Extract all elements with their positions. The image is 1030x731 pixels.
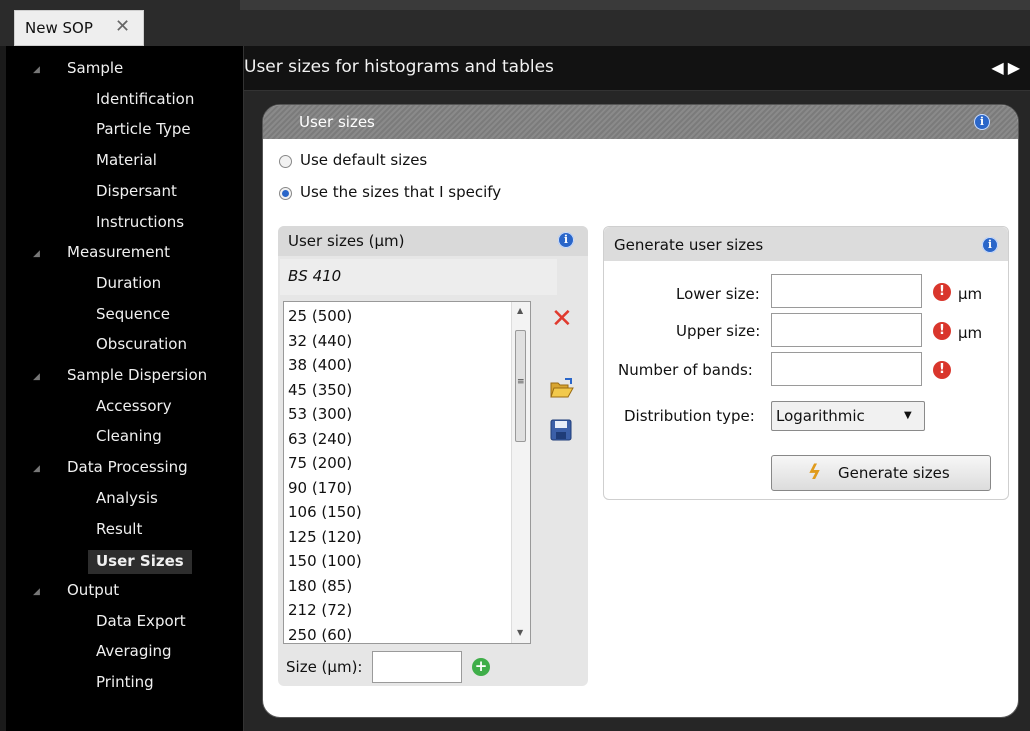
list-item[interactable]: 45 (350) — [288, 381, 352, 399]
nav-item-data-export[interactable]: Data Export — [96, 612, 186, 630]
radio-specify-sizes-label[interactable]: Use the sizes that I specify — [300, 183, 501, 201]
list-item[interactable]: 250 (60) — [288, 626, 352, 644]
distribution-type-value: Logarithmic — [776, 407, 865, 425]
nav-item-dispersant[interactable]: Dispersant — [96, 182, 177, 200]
list-item[interactable]: 150 (100) — [288, 552, 362, 570]
close-icon[interactable]: ✕ — [115, 16, 130, 37]
nav-item-material[interactable]: Material — [96, 151, 157, 169]
lower-size-label: Lower size: — [676, 285, 760, 303]
upper-size-unit: µm — [958, 324, 983, 342]
upper-size-label: Upper size: — [676, 322, 761, 340]
list-item[interactable]: 38 (400) — [288, 356, 352, 374]
list-item[interactable]: 106 (150) — [288, 503, 362, 521]
nav-item-duration[interactable]: Duration — [96, 274, 161, 292]
expand-arrow-icon[interactable]: ◢ — [33, 249, 40, 259]
lightning-icon: ϟ — [808, 460, 822, 484]
list-item[interactable]: 32 (440) — [288, 332, 352, 350]
warning-icon: ! — [933, 322, 951, 340]
navigation-tree: ◢ Sample Identification Particle Type Materi… — [6, 46, 244, 731]
nav-item-accessory[interactable]: Accessory — [96, 397, 172, 415]
expand-arrow-icon[interactable]: ◢ — [33, 587, 40, 597]
page-header: User sizes for histograms and tables ◀▶ — [244, 46, 1030, 91]
list-item[interactable]: 90 (170) — [288, 479, 352, 497]
radio-specify-sizes[interactable] — [279, 187, 292, 200]
warning-icon: ! — [933, 361, 951, 379]
expand-arrow-icon[interactable]: ◢ — [33, 65, 40, 75]
tab-label: New SOP — [25, 19, 93, 37]
card-title: User sizes — [299, 113, 375, 131]
list-item[interactable]: 212 (72) — [288, 601, 352, 619]
nav-item-instructions[interactable]: Instructions — [96, 213, 184, 231]
nav-group-sample[interactable]: Sample — [67, 59, 123, 77]
radio-default-sizes[interactable] — [279, 155, 292, 168]
previous-arrow-icon[interactable]: ◀ — [991, 58, 1007, 77]
list-item[interactable]: 125 (120) — [288, 528, 362, 546]
list-item[interactable]: 25 (500) — [288, 307, 352, 325]
lower-size-unit: µm — [958, 285, 983, 303]
upper-size-input[interactable] — [771, 313, 922, 347]
nav-item-user-sizes[interactable]: User Sizes — [88, 550, 192, 574]
save-icon[interactable] — [550, 419, 572, 441]
scroll-up-icon[interactable]: ▲ — [517, 306, 523, 315]
add-icon[interactable]: + — [472, 658, 490, 676]
next-arrow-icon[interactable]: ▶ — [1008, 58, 1024, 77]
list-item[interactable]: 63 (240) — [288, 430, 352, 448]
list-item[interactable]: 180 (85) — [288, 577, 352, 595]
nav-item-averaging[interactable]: Averaging — [96, 642, 172, 660]
nav-group-output[interactable]: Output — [67, 581, 119, 599]
lower-size-input[interactable] — [771, 274, 922, 308]
nav-group-measurement[interactable]: Measurement — [67, 243, 170, 261]
nav-item-printing[interactable]: Printing — [96, 673, 154, 691]
user-sizes-panel-header: User sizes (µm) i — [278, 226, 588, 256]
nav-arrows: ◀▶ — [991, 58, 1024, 77]
scroll-down-icon[interactable]: ▼ — [517, 628, 523, 637]
user-sizes-list[interactable]: ▲ ≡ ▼ 25 (500) 32 (440) 38 (400) 45 (350) 53… — [283, 301, 531, 644]
nav-item-obscuration[interactable]: Obscuration — [96, 335, 187, 353]
size-label: Size (µm): — [286, 658, 363, 676]
page-title: User sizes for histograms and tables — [244, 57, 554, 77]
distribution-type-label: Distribution type: — [624, 407, 755, 425]
radio-default-sizes-label[interactable]: Use default sizes — [300, 151, 427, 169]
nav-item-analysis[interactable]: Analysis — [96, 489, 158, 507]
info-icon[interactable]: i — [974, 114, 990, 130]
generate-panel-title: Generate user sizes — [614, 236, 764, 254]
list-item[interactable]: 53 (300) — [288, 405, 352, 423]
grip-icon: ≡ — [517, 377, 525, 387]
tab-strip: New SOP ✕ — [0, 0, 1030, 46]
size-input[interactable] — [372, 651, 462, 683]
warning-icon: ! — [933, 283, 951, 301]
info-icon[interactable]: i — [982, 237, 998, 253]
nav-item-cleaning[interactable]: Cleaning — [96, 427, 162, 445]
chevron-down-icon: ▼ — [904, 410, 912, 421]
open-folder-icon[interactable] — [550, 377, 574, 399]
nav-item-sequence[interactable]: Sequence — [96, 305, 170, 323]
expand-arrow-icon[interactable]: ◢ — [33, 372, 40, 382]
nav-item-particle-type[interactable]: Particle Type — [96, 120, 191, 138]
generate-sizes-button[interactable]: ϟ Generate sizes — [771, 455, 991, 491]
nav-group-sample-dispersion[interactable]: Sample Dispersion — [67, 366, 207, 384]
nav-item-identification[interactable]: Identification — [96, 90, 194, 108]
preset-name-box: BS 410 — [280, 259, 557, 295]
delete-icon[interactable]: ✕ — [551, 306, 573, 332]
generate-panel-header: Generate user sizes i — [604, 227, 1008, 261]
number-of-bands-input[interactable] — [771, 352, 922, 386]
info-icon[interactable]: i — [558, 232, 574, 248]
number-of-bands-label: Number of bands: — [618, 361, 753, 379]
scrollbar-thumb[interactable]: ≡ — [515, 330, 526, 442]
nav-item-result[interactable]: Result — [96, 520, 142, 538]
tab-new-sop[interactable]: New SOP ✕ — [14, 10, 144, 46]
distribution-type-select[interactable]: Logarithmic ▼ — [771, 401, 925, 431]
nav-group-data-processing[interactable]: Data Processing — [67, 458, 188, 476]
list-scrollbar[interactable]: ▲ ≡ ▼ — [511, 302, 530, 643]
list-item[interactable]: 75 (200) — [288, 454, 352, 472]
preset-name: BS 410 — [288, 267, 342, 285]
expand-arrow-icon[interactable]: ◢ — [33, 464, 40, 474]
generate-sizes-label: Generate sizes — [838, 464, 950, 482]
card-header: User sizes i — [263, 105, 1018, 139]
user-sizes-panel-title: User sizes (µm) — [288, 232, 405, 250]
